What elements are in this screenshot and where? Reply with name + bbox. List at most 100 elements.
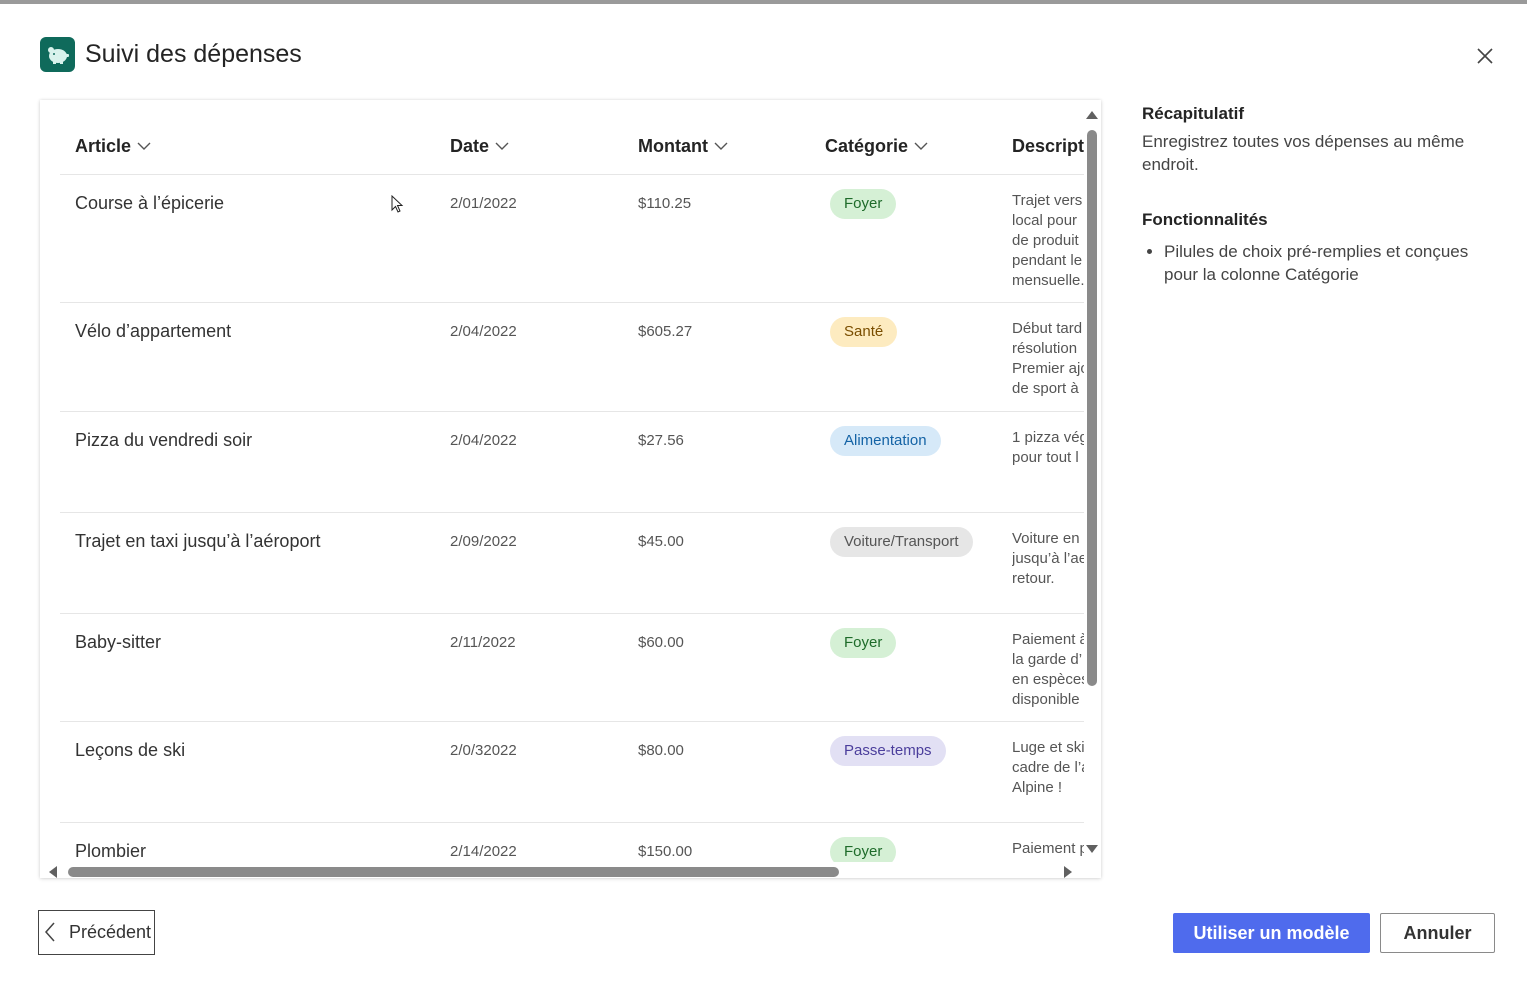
category-pill: Alimentation — [830, 426, 941, 456]
cell-description: Paiement p — [1012, 839, 1084, 859]
cell-date: 2/14/2022 — [450, 843, 517, 860]
cell-article: Trajet en taxi jusqu’à l’aéroport — [75, 531, 321, 551]
category-pill: Voiture/Transport — [830, 527, 973, 557]
description-line: Paiement p — [1012, 840, 1084, 857]
table-row[interactable]: Course à l’épicerie 2/01/2022 $110.25 Foyer… — [40, 175, 1084, 303]
table-row[interactable]: Baby-sitter 2/11/2022 $60.00 Foyer Paiement … — [40, 614, 1084, 722]
chevron-left-icon — [44, 922, 55, 942]
horizontal-scroll-thumb[interactable] — [68, 867, 839, 877]
cell-amount: $80.00 — [638, 742, 684, 759]
table-row[interactable]: Leçons de ski 2/0/32022 $80.00 Passe-temps L… — [40, 722, 1084, 823]
chevron-down-icon — [714, 142, 728, 150]
previous-button-label: Précédent — [69, 922, 152, 942]
description-line: Trajet vers — [1012, 192, 1083, 209]
description-line: Premier ajo — [1012, 360, 1084, 377]
description-line: jusqu’à l’ae — [1012, 550, 1084, 567]
summary-text: Enregistrez toutes vos dépenses au même … — [1142, 132, 1465, 174]
scroll-left-arrow-icon[interactable] — [49, 866, 57, 878]
description-line: résolution — [1012, 340, 1078, 357]
vertical-scroll-thumb[interactable] — [1087, 130, 1097, 686]
description-line: en espèces — [1012, 671, 1084, 688]
cell-description: Début tard résolution Premier ajo de sport … — [1012, 319, 1084, 399]
cell-date: 2/09/2022 — [450, 533, 517, 550]
description-line: pour tout l — [1012, 449, 1079, 466]
table-row[interactable]: Pizza du vendredi soir 2/04/2022 $27.56 Ali… — [40, 412, 1084, 513]
category-pill: Santé — [830, 317, 898, 347]
cell-date: 2/04/2022 — [450, 323, 517, 340]
summary-heading: Récapitulatif — [1142, 104, 1245, 123]
cell-amount: $27.56 — [638, 432, 684, 449]
piggy-bank-icon — [40, 37, 75, 72]
description-line: la garde d’ — [1012, 651, 1083, 668]
category-pill: Passe-temps — [830, 736, 946, 766]
cell-description: Voiture en jusqu’à l’ae retour. — [1012, 529, 1084, 589]
cell-article: Vélo d’appartement — [75, 321, 232, 341]
description-line: mensuelle. — [1012, 272, 1084, 289]
close-icon[interactable] — [1473, 44, 1497, 68]
template-summary-panel: Récapitulatif Enregistrez toutes vos dép… — [1142, 104, 1492, 286]
cell-amount: $45.00 — [638, 533, 684, 550]
cell-date: 2/11/2022 — [450, 634, 516, 651]
description-line: retour. — [1012, 570, 1055, 587]
cell-description: Paiement à la garde d’ en espèces disponibl… — [1012, 630, 1084, 710]
chevron-down-icon — [495, 142, 509, 150]
cell-article: Leçons de ski — [75, 740, 186, 760]
cell-article: Course à l’épicerie — [75, 193, 225, 213]
description-line: local pour — [1012, 212, 1078, 229]
category-pill: Foyer — [830, 837, 897, 862]
cell-date: 2/01/2022 — [450, 195, 517, 212]
cell-article: Plombier — [75, 841, 147, 861]
column-header-date[interactable]: Date — [450, 136, 509, 157]
description-line: pendant le — [1012, 252, 1083, 269]
table-row[interactable]: Plombier 2/14/2022 $150.00 Foyer Paiement p — [40, 823, 1084, 862]
feature-item: Pilules de choix pré-remplies et conçues… — [1164, 240, 1492, 286]
description-line: Paiement à — [1012, 631, 1084, 648]
scroll-right-arrow-icon[interactable] — [1064, 866, 1072, 878]
cell-description: Trajet vers local pour de produit pendant l… — [1012, 191, 1084, 291]
cell-amount: $150.00 — [638, 843, 693, 860]
description-line: Alpine ! — [1012, 779, 1063, 796]
description-line: disponible — [1012, 691, 1080, 708]
description-line: de produit — [1012, 232, 1079, 249]
column-header-label: Montant — [638, 136, 708, 156]
table-row[interactable]: Trajet en taxi jusqu’à l’aéroport 2/09/20… — [40, 513, 1084, 614]
previous-button[interactable]: Précédent — [38, 910, 155, 955]
column-header-label: Descripti — [1012, 136, 1084, 156]
column-header-amount[interactable]: Montant — [638, 136, 728, 157]
cell-date: 2/04/2022 — [450, 432, 517, 449]
table-row[interactable]: Vélo d’appartement 2/04/2022 $605.27 Santé D… — [40, 303, 1084, 412]
description-line: cadre de l’a — [1012, 759, 1084, 776]
cell-article: Baby-sitter — [75, 632, 162, 652]
cell-amount: $60.00 — [638, 634, 684, 651]
table-viewport: Article Date Montant Catégorie Descripti… — [40, 100, 1084, 862]
column-header-article[interactable]: Article — [75, 136, 151, 157]
use-template-button[interactable]: Utiliser un modèle — [1173, 913, 1370, 953]
cell-amount: $110.25 — [638, 195, 692, 212]
cell-amount: $605.27 — [638, 323, 693, 340]
cell-description: Luge et ski cadre de l’a Alpine ! — [1012, 738, 1084, 798]
scroll-up-arrow-icon[interactable] — [1086, 111, 1098, 119]
category-pill: Foyer — [830, 189, 897, 219]
dialog-title: Suivi des dépenses — [85, 40, 302, 68]
category-pill: Foyer — [830, 628, 897, 658]
description-line: de sport à — [1012, 380, 1079, 397]
mouse-pointer-icon — [391, 195, 404, 213]
chevron-down-icon — [137, 142, 151, 150]
description-line: 1 pizza vég — [1012, 429, 1084, 446]
cell-date: 2/0/32022 — [450, 742, 517, 759]
cancel-button[interactable]: Annuler — [1380, 913, 1495, 953]
column-header-description[interactable]: Descripti — [1012, 136, 1084, 157]
description-line: Luge et ski — [1012, 739, 1084, 756]
column-header-label: Article — [75, 136, 132, 156]
chevron-down-icon — [914, 142, 928, 150]
features-list: Pilules de choix pré-remplies et conçues… — [1142, 240, 1492, 286]
description-line: Début tard — [1012, 320, 1083, 337]
cell-description: 1 pizza vég pour tout l — [1012, 428, 1084, 468]
column-header-category[interactable]: Catégorie — [825, 136, 928, 157]
cell-article: Pizza du vendredi soir — [75, 430, 253, 450]
features-heading: Fonctionnalités — [1142, 210, 1268, 229]
column-header-label: Date — [450, 136, 490, 156]
scroll-down-arrow-icon[interactable] — [1086, 845, 1098, 853]
column-header-label: Catégorie — [825, 136, 909, 156]
description-line: Voiture en — [1012, 530, 1080, 547]
